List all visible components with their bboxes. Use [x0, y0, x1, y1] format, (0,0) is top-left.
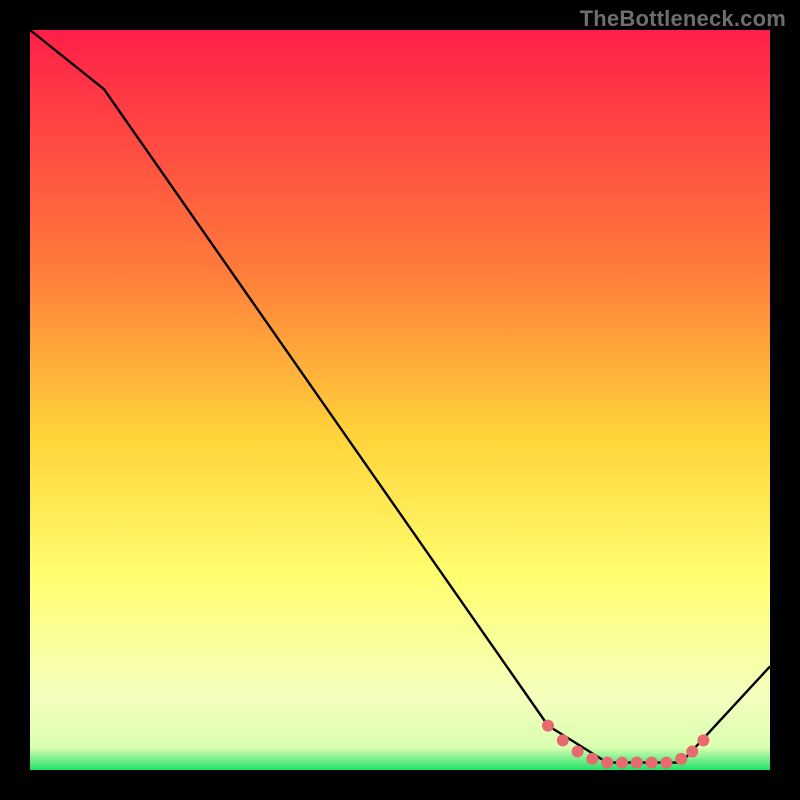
optimum-marker	[586, 753, 598, 765]
optimum-marker	[675, 753, 687, 765]
optimum-marker	[660, 757, 672, 769]
optimum-marker	[631, 757, 643, 769]
optimum-marker	[601, 757, 613, 769]
optimum-marker	[616, 757, 628, 769]
optimum-marker	[686, 746, 698, 758]
optimum-marker	[542, 720, 554, 732]
optimum-marker	[557, 734, 569, 746]
bottleneck-chart	[0, 0, 800, 800]
chart-frame: TheBottleneck.com	[0, 0, 800, 800]
optimum-marker	[697, 734, 709, 746]
attribution-label: TheBottleneck.com	[580, 6, 786, 32]
optimum-marker	[646, 757, 658, 769]
optimum-marker	[572, 746, 584, 758]
